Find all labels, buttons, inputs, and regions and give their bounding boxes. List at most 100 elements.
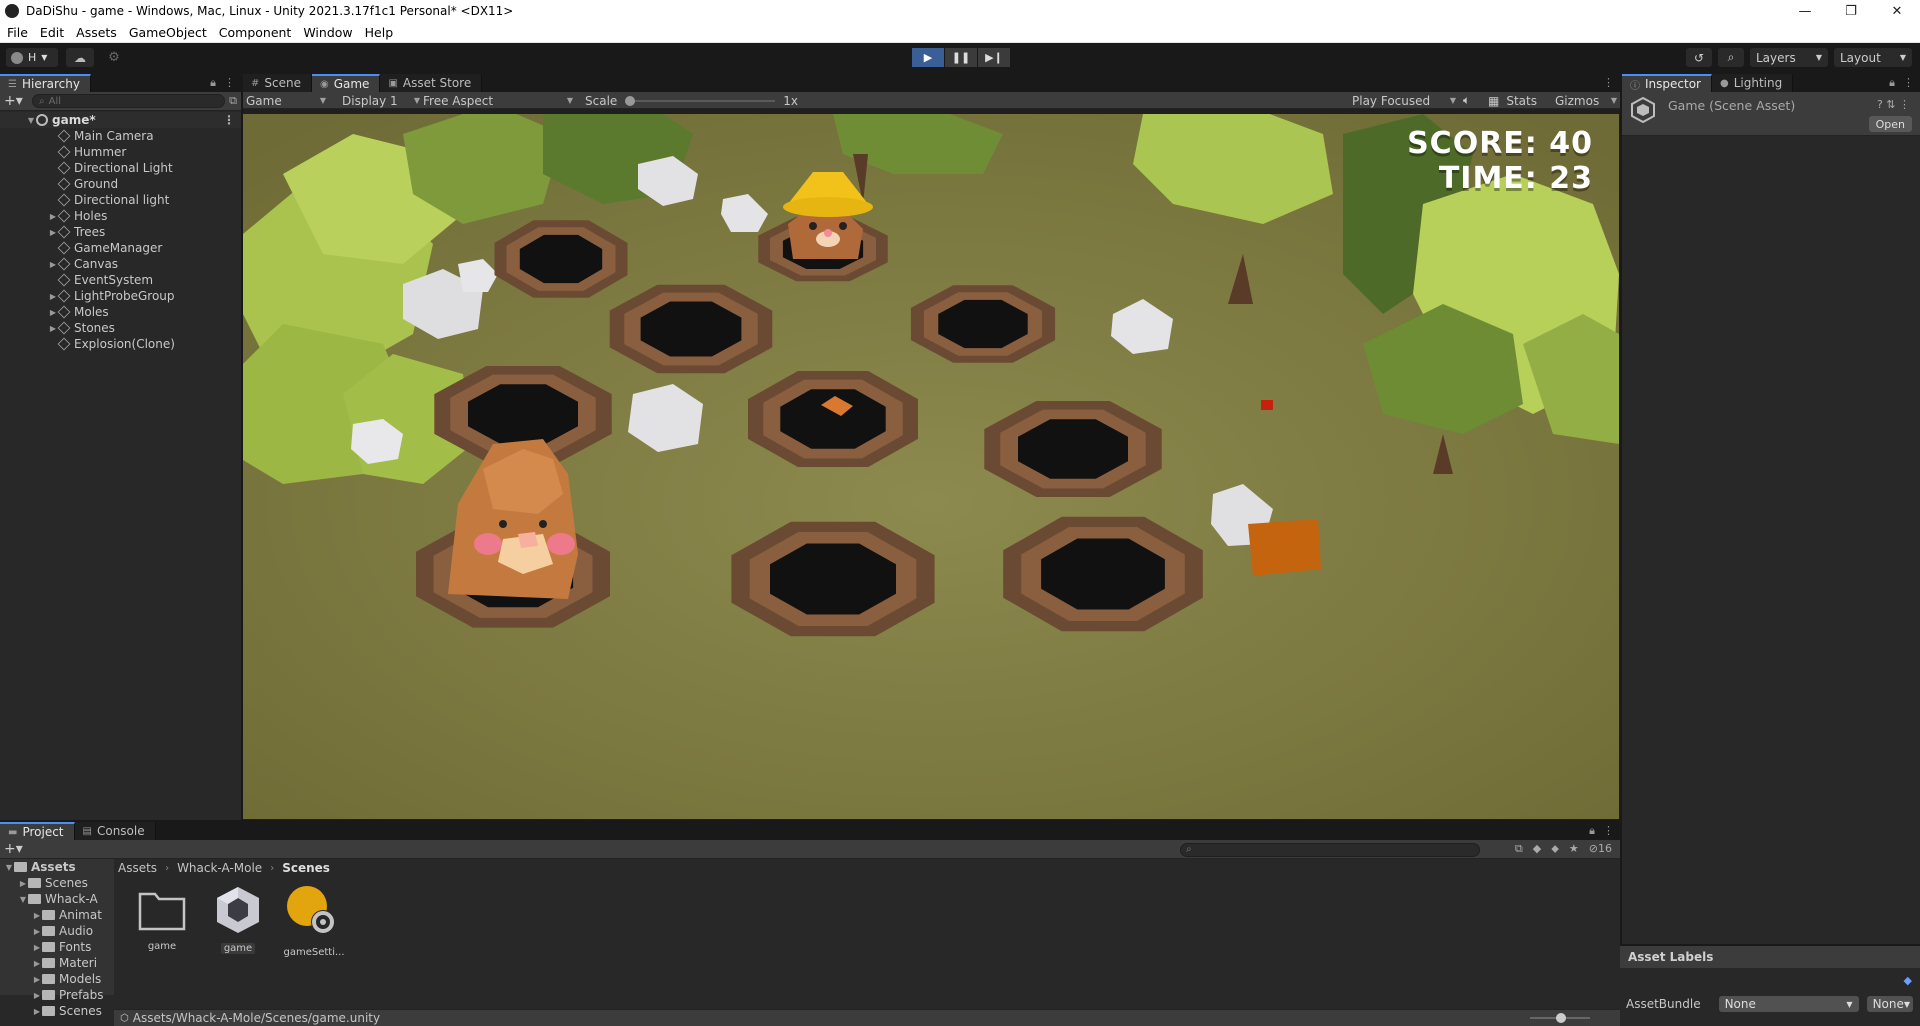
- folder-tree-item[interactable]: ▶ Scenes: [0, 1003, 114, 1019]
- lock-icon[interactable]: 🔒︎: [1589, 824, 1595, 838]
- expand-arrow-icon[interactable]: ▶: [48, 324, 58, 333]
- hierarchy-item[interactable]: Main Camera: [0, 128, 241, 144]
- mute-audio-button[interactable]: 🔈︎: [1463, 92, 1470, 109]
- help-settings-icons[interactable]: ? ⇅ ⋮: [1877, 98, 1910, 111]
- folder-tree-item[interactable]: ▶ Models: [0, 971, 114, 987]
- collab-button[interactable]: ⚙: [103, 48, 125, 67]
- create-add-button[interactable]: +▾: [4, 841, 23, 857]
- hierarchy-item[interactable]: EventSystem: [0, 272, 241, 288]
- expand-arrow-icon[interactable]: ▶: [32, 975, 42, 984]
- layout-dropdown[interactable]: Layout ▼: [1834, 48, 1912, 67]
- folder-tree-item[interactable]: ▶ Materi: [0, 955, 114, 971]
- folder-tree-item[interactable]: ▶ Scenes: [0, 875, 114, 891]
- expand-arrow-icon[interactable]: ▶: [32, 943, 42, 952]
- asset-item-folder[interactable]: game: [124, 884, 200, 952]
- tab-asset-store[interactable]: ▣ Asset Store: [380, 74, 483, 92]
- play-button[interactable]: ▶: [912, 48, 944, 67]
- account-button[interactable]: H ▼: [6, 48, 58, 67]
- undo-history-button[interactable]: ↺: [1686, 48, 1712, 67]
- play-mode-dropdown[interactable]: Play Focused ▼: [1352, 92, 1456, 109]
- expand-arrow-icon[interactable]: ▶: [18, 879, 28, 888]
- game-view-dropdown[interactable]: Game ▼: [246, 92, 330, 109]
- hierarchy-item[interactable]: Directional light: [0, 192, 241, 208]
- kebab-menu-icon[interactable]: ⋮: [223, 113, 235, 127]
- cloud-button[interactable]: ☁: [66, 48, 94, 67]
- hierarchy-item[interactable]: ▶ Canvas: [0, 256, 241, 272]
- hierarchy-item[interactable]: ▶ Moles: [0, 304, 241, 320]
- display-dropdown[interactable]: Display 1 ▼: [342, 92, 420, 109]
- hierarchy-search-input[interactable]: ⌕ All: [32, 94, 226, 108]
- menu-assets[interactable]: Assets: [70, 25, 123, 40]
- project-search-input[interactable]: ⌕: [1180, 843, 1480, 857]
- filter-label-icon[interactable]: ◆: [1533, 842, 1541, 856]
- game-viewport[interactable]: SCORE: 40 TIME: 23: [243, 114, 1619, 819]
- menu-edit[interactable]: Edit: [34, 25, 70, 40]
- step-button[interactable]: ▶❙: [978, 48, 1010, 67]
- tab-project[interactable]: ▬ Project: [0, 822, 75, 840]
- kebab-menu-icon[interactable]: ⋮: [1903, 76, 1914, 90]
- hierarchy-item[interactable]: Directional Light: [0, 160, 241, 176]
- minimize-icon[interactable]: —: [1782, 0, 1828, 22]
- menu-file[interactable]: File: [0, 25, 34, 40]
- tab-scene[interactable]: # Scene: [243, 74, 312, 92]
- lock-icon[interactable]: 🔒︎: [210, 76, 216, 90]
- close-icon[interactable]: ✕: [1874, 0, 1920, 22]
- expand-arrow-icon[interactable]: ▶: [48, 292, 58, 301]
- folder-tree-item[interactable]: ▶ Animat: [0, 907, 114, 923]
- hidden-packages-button[interactable]: ⊘16: [1589, 842, 1612, 856]
- tab-console[interactable]: ▤ Console: [74, 822, 156, 840]
- menu-window[interactable]: Window: [297, 25, 358, 40]
- menu-gameobject[interactable]: GameObject: [123, 25, 213, 40]
- hierarchy-item[interactable]: Hummer: [0, 144, 241, 160]
- hierarchy-item[interactable]: ▶ LightProbeGroup: [0, 288, 241, 304]
- scene-visibility-icon[interactable]: ⧉: [229, 94, 237, 108]
- folder-tree-item[interactable]: ▶ Audio: [0, 923, 114, 939]
- search-button[interactable]: ⌕: [1718, 48, 1744, 67]
- hierarchy-item[interactable]: GameManager: [0, 240, 241, 256]
- create-add-button[interactable]: +▾: [4, 93, 28, 109]
- tab-lighting[interactable]: ● Lighting: [1711, 74, 1794, 92]
- menu-component[interactable]: Component: [213, 25, 298, 40]
- hierarchy-item[interactable]: ▶ Holes: [0, 208, 241, 224]
- keyboard-icon[interactable]: ▦: [1488, 94, 1499, 108]
- folder-tree-item[interactable]: ▼ Whack-A: [0, 891, 114, 907]
- hierarchy-item[interactable]: Ground: [0, 176, 241, 192]
- scale-slider-knob[interactable]: [625, 95, 636, 106]
- tab-hierarchy[interactable]: ☰ Hierarchy: [0, 74, 91, 92]
- expand-arrow-icon[interactable]: ▶: [32, 927, 42, 936]
- asset-bundle-dropdown[interactable]: None ▼: [1718, 996, 1859, 1012]
- scale-slider[interactable]: [625, 95, 776, 106]
- folder-tree-item[interactable]: ▶ Fonts: [0, 939, 114, 955]
- breadcrumb-item[interactable]: Scenes: [282, 861, 330, 875]
- icon-size-slider-knob[interactable]: [1556, 1013, 1566, 1023]
- expand-arrow-icon[interactable]: ▶: [48, 308, 58, 317]
- maximize-icon[interactable]: ❐: [1828, 0, 1874, 22]
- gizmos-dropdown[interactable]: Gizmos ▼: [1555, 92, 1617, 109]
- icon-size-slider[interactable]: [1530, 1013, 1590, 1023]
- expand-arrow-icon[interactable]: ▼: [4, 863, 14, 872]
- expand-arrow-icon[interactable]: ▼: [26, 116, 36, 125]
- expand-arrow-icon[interactable]: ▼: [18, 895, 28, 904]
- expand-arrow-icon[interactable]: ▶: [48, 260, 58, 269]
- kebab-menu-icon[interactable]: ⋮: [1603, 76, 1614, 89]
- folder-tree-item[interactable]: ▶ Prefabs: [0, 987, 114, 1003]
- scene-row[interactable]: ▼ game* ⋮: [0, 112, 241, 128]
- tag-icon[interactable]: ⬥: [1551, 842, 1559, 856]
- asset-item-lighting-settings[interactable]: gameSetti...: [276, 884, 352, 958]
- hierarchy-item[interactable]: Explosion(Clone): [0, 336, 241, 352]
- filter-type-icon[interactable]: ⧉: [1515, 842, 1523, 856]
- open-button[interactable]: Open: [1868, 116, 1912, 132]
- hierarchy-item[interactable]: ▶ Trees: [0, 224, 241, 240]
- expand-arrow-icon[interactable]: ▶: [32, 959, 42, 968]
- pause-button[interactable]: ❚❚: [945, 48, 977, 67]
- aspect-dropdown[interactable]: Free Aspect ▼: [423, 92, 579, 109]
- tag-icon[interactable]: ◆: [1904, 974, 1912, 987]
- menu-help[interactable]: Help: [359, 25, 400, 40]
- expand-arrow-icon[interactable]: ▶: [48, 228, 58, 237]
- kebab-menu-icon[interactable]: ⋮: [224, 76, 235, 90]
- lock-icon[interactable]: 🔒︎: [1889, 76, 1895, 90]
- breadcrumb-item[interactable]: Assets: [118, 861, 157, 875]
- layers-dropdown[interactable]: Layers ▼: [1750, 48, 1828, 67]
- folder-tree-item[interactable]: ▼ Assets: [0, 859, 114, 875]
- expand-arrow-icon[interactable]: ▶: [32, 991, 42, 1000]
